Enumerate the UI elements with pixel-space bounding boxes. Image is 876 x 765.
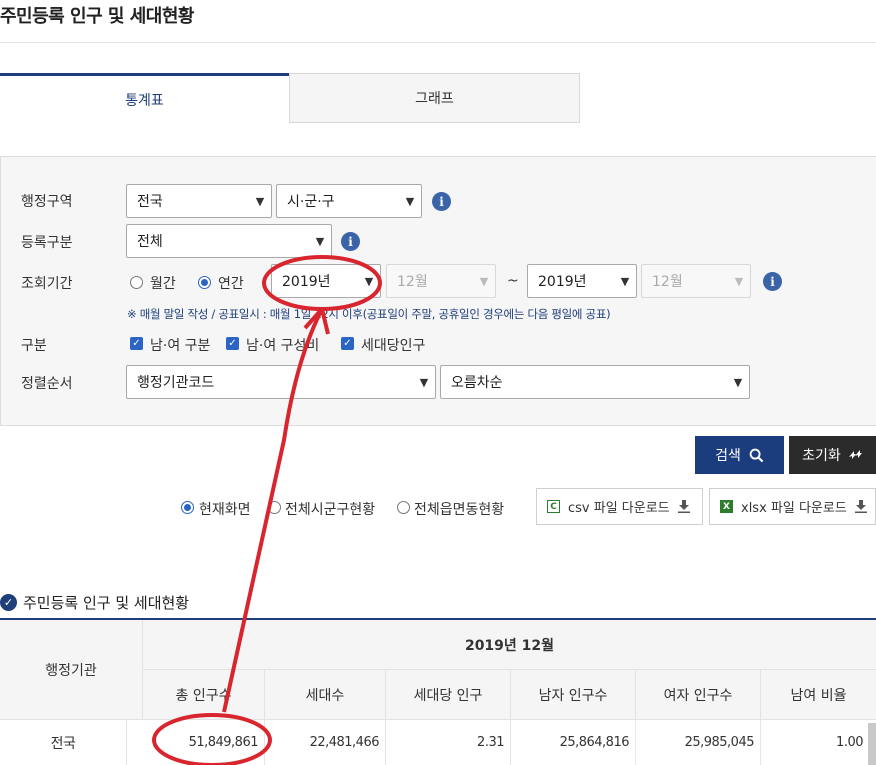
tab-table[interactable]: 통계표 xyxy=(0,73,289,123)
view-current-radio[interactable] xyxy=(181,501,194,514)
start-year-select[interactable]: 2019년 ▼ xyxy=(271,264,381,298)
download-icon xyxy=(677,500,690,513)
csv-download-button[interactable]: C csv 파일 다운로드 xyxy=(536,488,703,525)
search-button[interactable]: 검색 xyxy=(695,436,784,474)
monthly-radio[interactable] xyxy=(130,276,143,289)
view-eupmyeondong-label: 전체읍면동현황 xyxy=(414,502,505,518)
start-month-value: 12월 xyxy=(397,274,428,290)
end-month-value: 12월 xyxy=(652,274,683,290)
end-year-value: 2019년 xyxy=(538,274,587,290)
section-title-text: 주민등록 인구 및 세대현황 xyxy=(23,594,190,612)
page-title: 주민등록 인구 및 세대현황 xyxy=(0,6,194,27)
sigungu-select[interactable]: 시·군·구 ▼ xyxy=(276,184,422,218)
monthly-radio-label: 월간 xyxy=(150,276,176,292)
csv-file-icon: C xyxy=(547,500,560,513)
table-cell: 2.31 xyxy=(386,720,511,765)
xlsx-download-label: xlsx 파일 다운로드 xyxy=(741,501,847,516)
info-icon[interactable]: i xyxy=(341,232,360,251)
start-year-value: 2019년 xyxy=(282,274,331,290)
table-cell: 25,864,816 xyxy=(511,720,636,765)
col-header: 여자 인구수 xyxy=(636,670,761,720)
chevron-down-icon: ▼ xyxy=(405,194,415,208)
yearly-radio[interactable] xyxy=(198,276,211,289)
col-header: 세대수 xyxy=(265,670,386,720)
chevron-down-icon: ▼ xyxy=(620,274,630,288)
end-year-select[interactable]: 2019년 ▼ xyxy=(527,264,637,298)
sigungu-select-value: 시·군·구 xyxy=(287,194,335,210)
section-title: ✓ 주민등록 인구 및 세대현황 xyxy=(0,592,189,613)
region-label: 행정구역 xyxy=(21,194,73,210)
chevron-down-icon: ▼ xyxy=(364,274,374,288)
gender-ratio-label: 남·여 구성비 xyxy=(246,338,320,354)
gender-ratio-checkbox[interactable]: ✓ xyxy=(226,337,239,350)
sort-field-value: 행정기관코드 xyxy=(137,375,215,391)
chevron-down-icon: ▼ xyxy=(733,375,743,389)
sort-order-value: 오름차순 xyxy=(451,375,503,391)
start-month-select[interactable]: 12월 ▼ xyxy=(386,264,496,298)
reset-button[interactable]: 초기화 xyxy=(789,436,876,474)
period-label: 조회기간 xyxy=(21,276,73,292)
sido-select-value: 전국 xyxy=(137,194,163,210)
search-button-label: 검색 xyxy=(715,448,741,464)
view-sigungu-label: 전체시군구현황 xyxy=(285,502,376,518)
info-icon[interactable]: i xyxy=(432,192,451,211)
view-eupmyeondong-radio[interactable] xyxy=(397,501,410,514)
title-divider xyxy=(0,42,876,43)
col-header: 남여 비율 xyxy=(761,670,876,720)
org-header: 행정기관 xyxy=(0,620,143,720)
registration-select-value: 전체 xyxy=(137,234,163,250)
registration-select[interactable]: 전체 ▼ xyxy=(126,224,332,258)
sido-select[interactable]: 전국 ▼ xyxy=(126,184,272,218)
col-header: 남자 인구수 xyxy=(511,670,636,720)
search-icon xyxy=(749,448,764,462)
reset-button-label: 초기화 xyxy=(802,448,841,464)
table-cell: 25,985,045 xyxy=(636,720,761,765)
download-icon xyxy=(854,500,867,513)
view-current-label: 현재화면 xyxy=(199,502,251,518)
col-header: 총 인구수 xyxy=(143,670,265,720)
col-header: 세대당 인구 xyxy=(386,670,511,720)
sort-label: 정렬순서 xyxy=(21,376,73,392)
table-cell: 1.00 xyxy=(761,720,869,765)
period-header: 2019년 12월 xyxy=(143,620,876,670)
table-row-org: 전국 xyxy=(0,720,127,765)
per-household-label: 세대당인구 xyxy=(361,338,426,354)
tab-graph[interactable]: 그래프 xyxy=(289,73,580,123)
chevron-down-icon: ▼ xyxy=(315,234,325,248)
chevron-down-icon: ▼ xyxy=(734,274,744,288)
registration-label: 등록구분 xyxy=(21,235,73,251)
publication-note: ※ 매월 말일 작성 / 공표일시 : 매월 1일 12시 이후(공표일이 주말… xyxy=(127,307,611,321)
yearly-radio-label: 연간 xyxy=(218,276,244,292)
chevron-down-icon: ▼ xyxy=(419,375,429,389)
excel-file-icon: X xyxy=(720,500,733,513)
info-icon[interactable]: i xyxy=(763,272,782,291)
table-cell: 22,481,466 xyxy=(265,720,386,765)
table-cell: 51,849,861 xyxy=(127,720,265,765)
end-month-select[interactable]: 12월 ▼ xyxy=(641,264,751,298)
sort-order-select[interactable]: 오름차순 ▼ xyxy=(440,365,750,399)
csv-download-label: csv 파일 다운로드 xyxy=(568,501,670,516)
scrollbar-thumb[interactable] xyxy=(868,723,876,765)
chevron-down-icon: ▼ xyxy=(479,274,489,288)
refresh-icon xyxy=(848,450,862,459)
xlsx-download-button[interactable]: X xlsx 파일 다운로드 xyxy=(709,488,876,525)
gender-split-checkbox[interactable]: ✓ xyxy=(130,337,143,350)
gender-split-label: 남·여 구분 xyxy=(150,338,211,354)
period-separator: ~ xyxy=(507,273,519,289)
category-label: 구분 xyxy=(21,338,47,354)
per-household-checkbox[interactable]: ✓ xyxy=(341,337,354,350)
sort-field-select[interactable]: 행정기관코드 ▼ xyxy=(126,365,436,399)
view-sigungu-radio[interactable] xyxy=(268,501,281,514)
check-circle-icon: ✓ xyxy=(0,594,17,611)
chevron-down-icon: ▼ xyxy=(255,194,265,208)
